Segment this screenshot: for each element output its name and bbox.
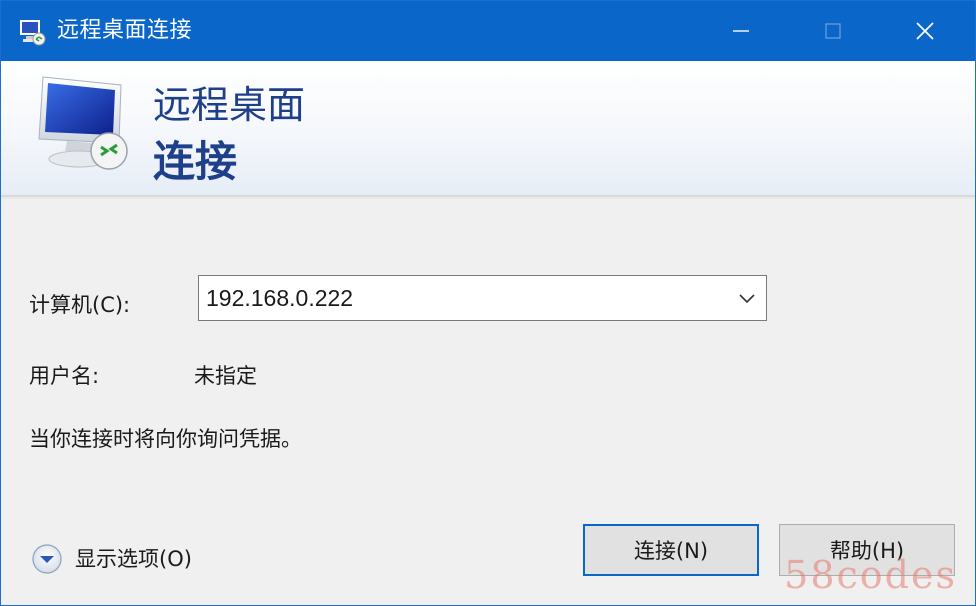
minimize-icon xyxy=(733,30,749,32)
computer-input[interactable] xyxy=(199,276,719,320)
banner-divider xyxy=(1,197,975,199)
window-title: 远程桌面连接 xyxy=(57,18,193,43)
maximize-button[interactable] xyxy=(787,1,879,61)
username-value: 未指定 xyxy=(194,364,257,388)
remote-desktop-window: 远程桌面连接 远程桌面 连接 计算机(C): 192.168.0.222 用户名… xyxy=(0,0,976,606)
computer-label: 计算机(C): xyxy=(29,293,131,317)
app-icon xyxy=(20,20,46,46)
header-banner xyxy=(1,61,975,197)
banner-title-line1: 远程桌面 xyxy=(153,83,306,127)
show-options-toggle[interactable]: 显示选项(O) xyxy=(31,541,231,577)
username-label: 用户名: xyxy=(29,364,100,388)
computer-combobox[interactable] xyxy=(198,275,767,321)
close-button[interactable] xyxy=(879,1,971,61)
chevron-down-icon[interactable] xyxy=(736,288,758,308)
credentials-info-text: 当你连接时将向你询问凭据。 xyxy=(29,427,302,451)
watermark: 58codes xyxy=(784,553,957,597)
connect-button[interactable]: 连接(N) xyxy=(583,524,759,576)
show-options-label[interactable]: 显示选项(O) xyxy=(75,545,192,573)
remote-desktop-monitor-icon xyxy=(38,76,128,170)
banner-title-line2: 连接 xyxy=(153,137,238,186)
minimize-button[interactable] xyxy=(695,1,787,61)
close-icon xyxy=(916,22,934,40)
maximize-icon xyxy=(825,23,841,39)
chevron-down-circle-icon[interactable] xyxy=(31,543,63,575)
title-bar[interactable]: 远程桌面连接 xyxy=(1,1,975,61)
